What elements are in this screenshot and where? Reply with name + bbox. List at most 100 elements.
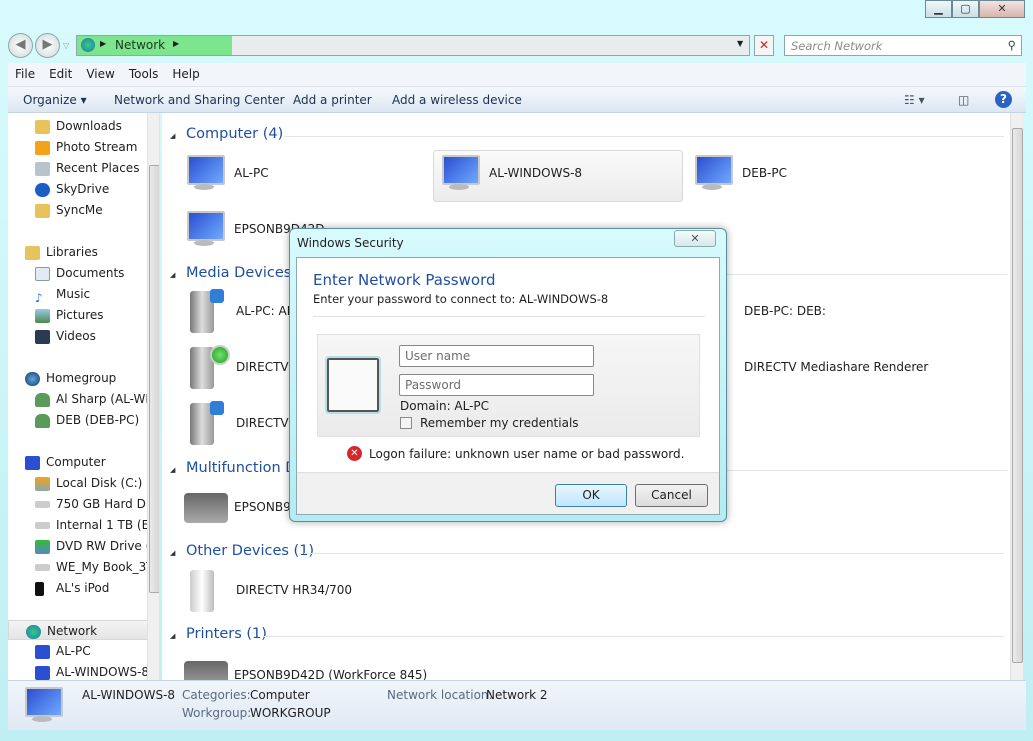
- network-location-value: Network 2: [486, 688, 548, 702]
- preview-pane-icon[interactable]: ◫: [958, 93, 969, 107]
- printer-icon: [184, 661, 228, 680]
- group-title: Printers (1): [186, 626, 267, 642]
- nav-item-network[interactable]: Network: [8, 620, 148, 640]
- nav-item-al-windows-8[interactable]: AL-WINDOWS-8: [35, 662, 149, 680]
- search-input[interactable]: Search Network ⚲: [784, 35, 1022, 56]
- folder-icon: [35, 119, 50, 134]
- group-header-printers[interactable]: Printers (1): [170, 626, 267, 642]
- dialog-heading: Enter Network Password: [313, 271, 496, 289]
- nav-item-documents[interactable]: Documents: [35, 263, 124, 283]
- nav-item-libraries[interactable]: Libraries: [25, 242, 98, 262]
- nav-label: Local Disk (C:): [56, 476, 143, 490]
- divider: [313, 316, 705, 317]
- search-icon[interactable]: ⚲: [1008, 38, 1016, 52]
- nav-item-al-pc[interactable]: AL-PC: [35, 641, 91, 661]
- nav-item-homegroup[interactable]: Homegroup: [25, 368, 116, 388]
- nav-item-downloads[interactable]: Downloads: [35, 116, 122, 136]
- group-title: Computer (4): [186, 126, 284, 142]
- nav-item-skydrive[interactable]: SkyDrive: [35, 179, 109, 199]
- forward-button[interactable]: ▶: [35, 33, 60, 58]
- group-header-computer[interactable]: Computer (4): [170, 126, 284, 142]
- menu-bar: File Edit View Tools Help: [8, 63, 1026, 87]
- change-view-icon[interactable]: ☷ ▾: [904, 93, 925, 107]
- device-label: DEB-PC: DEB:: [744, 304, 826, 318]
- nav-item-drive[interactable]: 750 GB Hard Drive: [35, 494, 159, 514]
- username-input[interactable]: User name: [399, 345, 594, 367]
- dialog-close-button[interactable]: ✕: [674, 230, 716, 247]
- back-button[interactable]: ◀: [8, 33, 33, 58]
- homegroup-icon: [25, 371, 40, 386]
- nav-item-pictures[interactable]: Pictures: [35, 305, 104, 325]
- group-header-media[interactable]: Media Devices: [170, 265, 291, 281]
- group-header-other[interactable]: Other Devices (1): [170, 543, 314, 559]
- help-icon[interactable]: ?: [995, 91, 1012, 108]
- nav-item-user[interactable]: Al Sharp (AL-WINDOWS-8): [35, 389, 159, 409]
- workgroup-value: WORKGROUP: [250, 706, 331, 720]
- computer-icon: [184, 211, 225, 247]
- content-scrollbar-thumb[interactable]: [1012, 128, 1023, 663]
- menu-view[interactable]: View: [79, 63, 121, 81]
- play-badge-icon: [210, 345, 230, 365]
- breadcrumb-chevron-icon[interactable]: ▶: [173, 39, 179, 48]
- domain-label: Domain: AL-PC: [400, 399, 490, 413]
- recent-places-icon: [35, 161, 50, 176]
- add-printer-button[interactable]: Add a printer: [293, 93, 372, 107]
- maximize-button[interactable]: ▢: [952, 0, 979, 18]
- nav-item-recent-places[interactable]: Recent Places: [35, 158, 139, 178]
- stop-icon[interactable]: ✕: [754, 35, 774, 56]
- command-bar: Organize ▾ Network and Sharing Center Ad…: [8, 87, 1026, 113]
- device-al-pc[interactable]: AL-PC: [184, 151, 414, 199]
- close-button[interactable]: ✕: [979, 0, 1025, 18]
- menu-file[interactable]: File: [8, 63, 42, 81]
- nav-label: AL's iPod: [56, 581, 110, 595]
- navigation-pane: Downloads Photo Stream Recent Places Sky…: [8, 113, 160, 680]
- device-deb-pc[interactable]: DEB-PC: [692, 151, 922, 199]
- nav-item-photo-stream[interactable]: Photo Stream: [35, 137, 137, 157]
- nav-item-ipod[interactable]: AL's iPod: [35, 578, 109, 598]
- computer-icon: [35, 644, 50, 659]
- ok-button[interactable]: OK: [555, 484, 627, 507]
- hard-drive-icon: [35, 564, 50, 571]
- nav-item-user[interactable]: DEB (DEB-PC): [35, 410, 139, 430]
- system-drive-icon: [35, 476, 50, 491]
- nav-item-drive[interactable]: Internal 1 TB (E:): [35, 515, 158, 535]
- menu-tools[interactable]: Tools: [122, 63, 166, 81]
- recent-pages-icon[interactable]: ▽: [63, 41, 69, 50]
- add-wireless-device-button[interactable]: Add a wireless device: [392, 93, 522, 107]
- device-al-windows-8[interactable]: AL-WINDOWS-8: [433, 150, 683, 202]
- cancel-button[interactable]: Cancel: [635, 484, 708, 507]
- password-input[interactable]: Password: [399, 374, 594, 396]
- nav-item-videos[interactable]: Videos: [35, 326, 96, 346]
- categories-label: Categories:: [182, 688, 251, 702]
- nav-label: Photo Stream: [56, 140, 138, 154]
- nav-item-drive[interactable]: DVD RW Drive (G:): [35, 536, 159, 556]
- nav-label: Music: [56, 287, 91, 301]
- computer-icon: [439, 155, 480, 191]
- content-scrollbar[interactable]: [1010, 113, 1023, 680]
- remember-credentials-label[interactable]: Remember my credentials: [420, 416, 579, 430]
- address-dropdown-icon[interactable]: ▼: [737, 39, 743, 48]
- libraries-icon: [25, 245, 40, 260]
- receiver-icon: [190, 570, 214, 612]
- group-title: Multifunction D: [186, 460, 297, 476]
- nav-item-drive[interactable]: WE_My Book_3TB: [35, 557, 159, 577]
- address-bar[interactable]: ▶ Network ▶ ▼: [76, 35, 750, 56]
- network-sharing-center-button[interactable]: Network and Sharing Center: [114, 93, 285, 107]
- nav-label: Videos: [56, 329, 96, 343]
- nav-item-syncme[interactable]: SyncMe: [35, 200, 103, 220]
- network-location-label: Network location:: [387, 688, 493, 702]
- breadcrumb-network[interactable]: Network: [115, 38, 165, 52]
- remember-credentials-checkbox[interactable]: [400, 417, 412, 429]
- group-header-multifunction[interactable]: Multifunction D: [170, 460, 297, 476]
- nav-scrollbar[interactable]: [147, 113, 159, 680]
- organize-button[interactable]: Organize ▾: [23, 93, 87, 107]
- menu-help[interactable]: Help: [165, 63, 206, 81]
- nav-item-computer[interactable]: Computer: [25, 452, 106, 472]
- nav-item-drive[interactable]: Local Disk (C:): [35, 473, 142, 493]
- nav-scrollbar-thumb[interactable]: [149, 165, 159, 593]
- device-label: AL-PC: [234, 166, 269, 180]
- nav-item-music[interactable]: ♪ Music: [35, 284, 91, 305]
- menu-edit[interactable]: Edit: [42, 63, 79, 81]
- minimize-button[interactable]: ▁: [925, 0, 952, 18]
- user-tile-icon: [325, 356, 381, 414]
